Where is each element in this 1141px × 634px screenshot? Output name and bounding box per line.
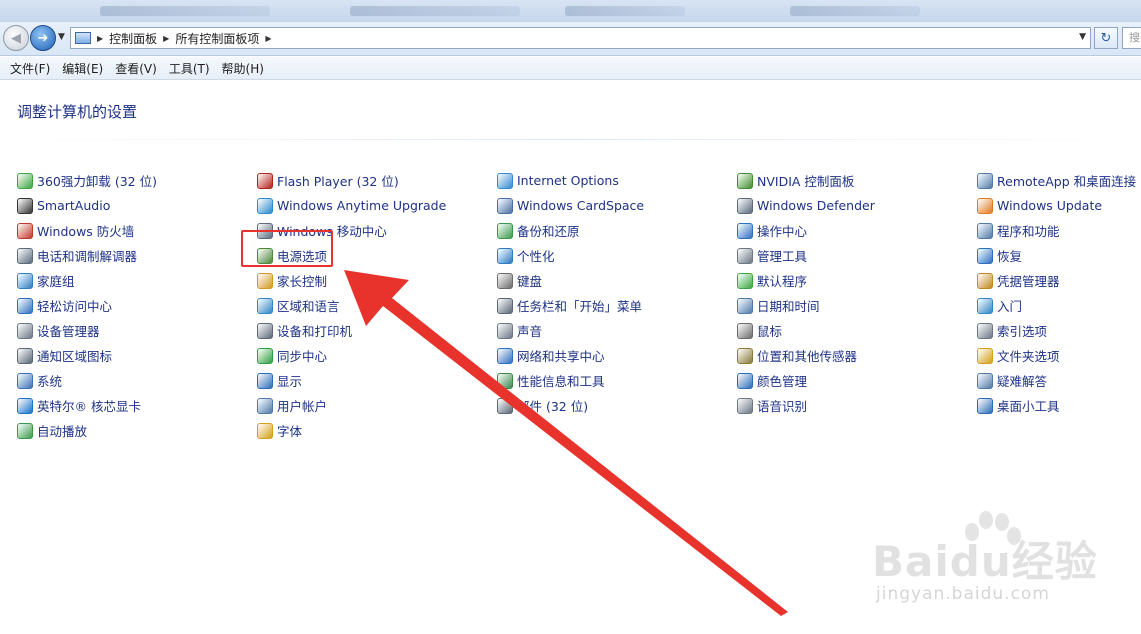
baidu-watermark: Baidu经验 jingyan.baidu.com (872, 510, 1102, 610)
arrow-shape (344, 270, 788, 616)
watermark-url: jingyan.baidu.com (876, 584, 1050, 604)
watermark-text: Baidu经验 (872, 537, 1098, 586)
